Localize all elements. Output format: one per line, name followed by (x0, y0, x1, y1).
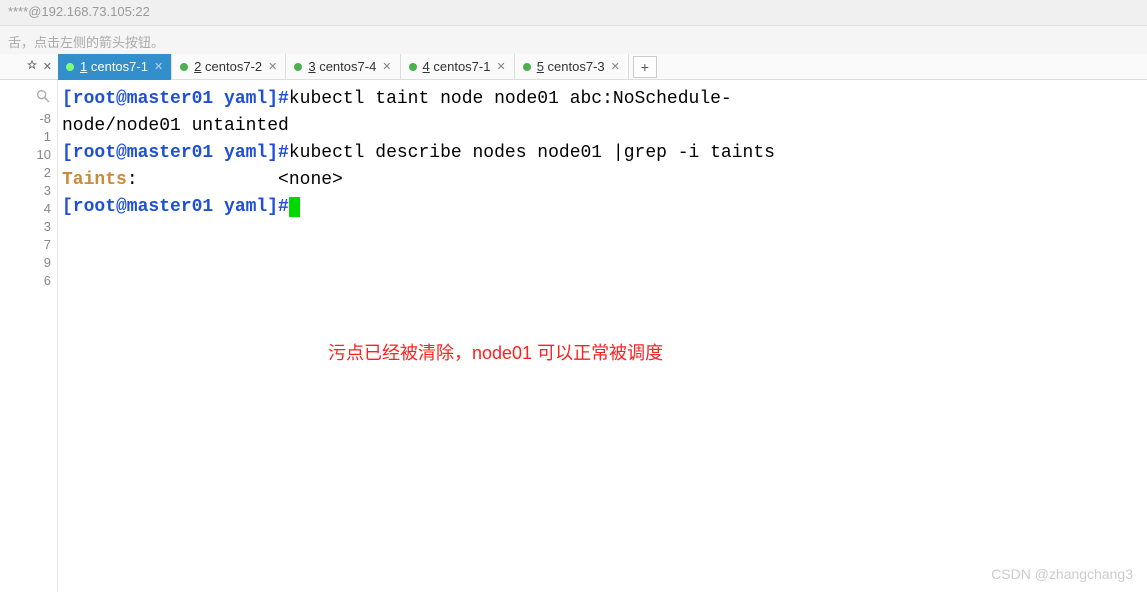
sidebar-num: 6 (0, 272, 57, 290)
terminal-line: node/node01 untainted (62, 113, 1143, 140)
sidebar-num: -8 (0, 110, 57, 128)
status-dot-icon (523, 63, 531, 71)
close-icon[interactable]: ✕ (382, 60, 391, 73)
watermark: CSDN @zhangchang3 (991, 566, 1133, 582)
pin-area: ✕ (0, 60, 58, 73)
tab-label: 5 centos7-3 (537, 59, 605, 74)
connection-text: ****@192.168.73.105:22 (8, 4, 150, 19)
cursor-icon (289, 197, 300, 217)
command-text: kubectl taint node node01 abc:NoSchedule… (289, 89, 732, 109)
tab-label: 3 centos7-4 (308, 59, 376, 74)
tab-centos7-1-b[interactable]: 4 centos7-1 ✕ (401, 54, 515, 80)
terminal-line: [root@master01 yaml]#kubectl taint node … (62, 86, 1143, 113)
tab-centos7-1-a[interactable]: 1 centos7-1 ✕ (58, 54, 172, 80)
close-icon[interactable]: ✕ (268, 60, 277, 73)
sidebar-num: 2 (0, 164, 57, 182)
close-icon[interactable]: ✕ (154, 60, 163, 73)
tab-centos7-3[interactable]: 5 centos7-3 ✕ (515, 54, 629, 80)
main-area: -8 1 10 2 3 4 3 7 9 6 [root@master01 yam… (0, 80, 1147, 592)
close-icon[interactable]: ✕ (611, 60, 620, 73)
sidebar-num: 4 (0, 200, 57, 218)
sidebar-num: 3 (0, 182, 57, 200)
prompt-path: yaml (224, 89, 267, 109)
sidebar-num: 9 (0, 254, 57, 272)
status-dot-icon (66, 63, 74, 71)
tab-centos7-4[interactable]: 3 centos7-4 ✕ (286, 54, 400, 80)
title-bar: ****@192.168.73.105:22 (0, 0, 1147, 26)
prompt-close: ]# (267, 197, 289, 217)
prompt-user: [root@master01 (62, 197, 224, 217)
search-row (0, 86, 57, 110)
output-text: node/node01 untainted (62, 116, 289, 136)
sidebar-num: 3 (0, 218, 57, 236)
close-icon[interactable]: ✕ (496, 60, 505, 73)
sidebar-num: 10 (0, 146, 57, 164)
tab-bar: ✕ 1 centos7-1 ✕ 2 centos7-2 ✕ 3 centos7-… (0, 54, 1147, 80)
tab-centos7-2[interactable]: 2 centos7-2 ✕ (172, 54, 286, 80)
taints-value: : <none> (127, 170, 343, 190)
annotation-text: 污点已经被清除，node01 可以正常被调度 (328, 340, 663, 367)
sidebar-num: 7 (0, 236, 57, 254)
tab-label: 4 centos7-1 (423, 59, 491, 74)
terminal-line: [root@master01 yaml]#kubectl describe no… (62, 140, 1143, 167)
prompt-path: yaml (224, 143, 267, 163)
sidebar: -8 1 10 2 3 4 3 7 9 6 (0, 80, 58, 592)
terminal-line: [root@master01 yaml]# (62, 194, 1143, 221)
prompt-close: ]# (267, 89, 289, 109)
add-tab-button[interactable]: + (633, 56, 657, 78)
hint-bar: 舌，点击左侧的箭头按钮。 (0, 26, 1147, 54)
terminal[interactable]: [root@master01 yaml]#kubectl taint node … (58, 80, 1147, 592)
status-dot-icon (294, 63, 302, 71)
prompt-path: yaml (224, 197, 267, 217)
terminal-line: Taints: <none> (62, 167, 1143, 194)
tab-label: 1 centos7-1 (80, 59, 148, 74)
taints-label: Taints (62, 170, 127, 190)
prompt-close: ]# (267, 143, 289, 163)
prompt-user: [root@master01 (62, 143, 224, 163)
search-icon[interactable] (35, 88, 51, 104)
command-text: kubectl describe nodes node01 |grep -i t… (289, 143, 775, 163)
panel-close-icon[interactable]: ✕ (43, 60, 52, 73)
prompt-user: [root@master01 (62, 89, 224, 109)
status-dot-icon (409, 63, 417, 71)
sidebar-num: 1 (0, 128, 57, 146)
tab-label: 2 centos7-2 (194, 59, 262, 74)
hint-text: 舌，点击左侧的箭头按钮。 (8, 35, 164, 50)
status-dot-icon (180, 63, 188, 71)
pin-icon[interactable] (27, 60, 37, 73)
